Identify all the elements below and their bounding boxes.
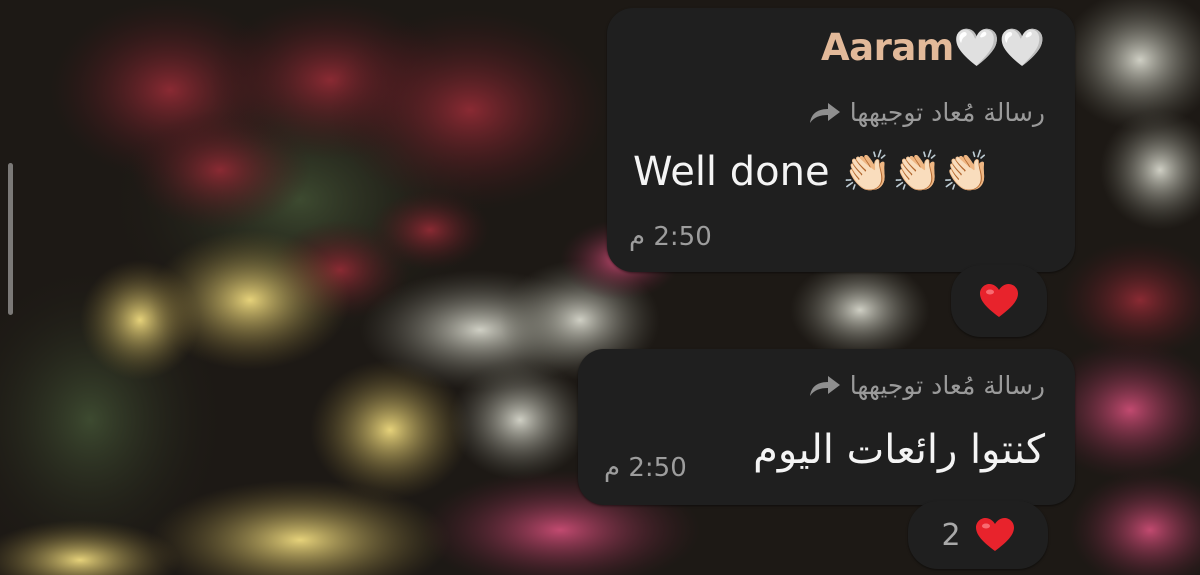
forward-arrow-icon [809, 375, 840, 396]
forwarded-label-row: رسالة مُعاد توجيهها [808, 98, 1045, 127]
scroll-indicator[interactable] [8, 163, 13, 315]
forwarded-label-row: رسالة مُعاد توجيهها [808, 371, 1045, 400]
heart-icon [980, 284, 1018, 317]
message-text: Well done 👏🏻👏🏻👏🏻 [633, 149, 992, 195]
heart-icon [975, 518, 1014, 551]
message-time: 2:50 م [629, 222, 712, 252]
message-bubble[interactable]: رسالة مُعاد توجيهها كنتوا رائعات اليوم 2… [578, 349, 1075, 505]
message-text: كنتوا رائعات اليوم [753, 427, 1045, 473]
sender-name[interactable]: Aaram🤍🤍 [821, 26, 1046, 70]
forward-arrow-icon [809, 102, 840, 123]
reaction-count: 2 [941, 517, 961, 553]
forwarded-label: رسالة مُعاد توجيهها [849, 371, 1045, 400]
forwarded-label: رسالة مُعاد توجيهها [849, 98, 1045, 127]
message-bubble[interactable]: Aaram🤍🤍 رسالة مُعاد توجيهها Well done 👏🏻… [607, 8, 1075, 272]
reaction-pill[interactable] [951, 265, 1047, 337]
reaction-pill[interactable]: 2 [908, 501, 1048, 569]
message-time: 2:50 م [604, 453, 687, 483]
